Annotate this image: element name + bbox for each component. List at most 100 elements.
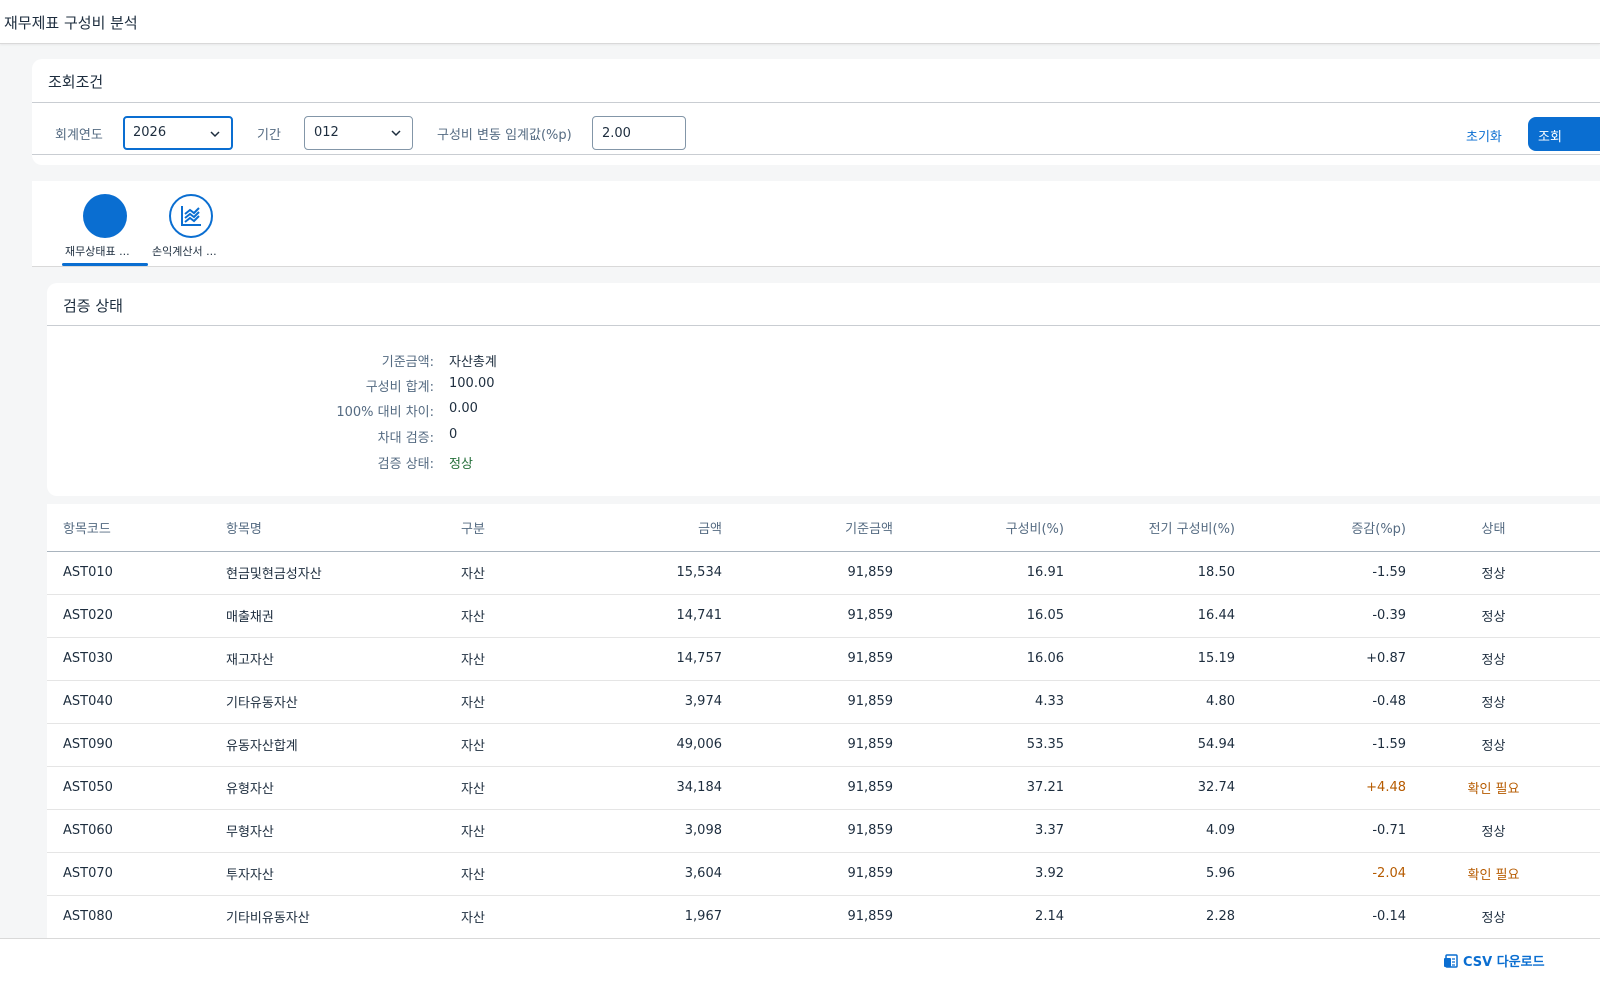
chevron-down-icon	[391, 130, 401, 137]
cell-change: -0.71	[1372, 823, 1406, 838]
cell-ratio: 3.92	[1035, 866, 1064, 881]
tab-income-statement[interactable]: 손익계산서 ...	[150, 181, 230, 266]
cell-ratio: 53.35	[1026, 737, 1064, 752]
col-header-code[interactable]: 항목코드	[47, 504, 210, 551]
col-header-amount[interactable]: 금액	[565, 504, 738, 551]
circle-filled-icon	[83, 194, 127, 238]
cell-amount: 34,184	[676, 780, 723, 795]
cell-name: 기타비유동자산	[226, 911, 310, 926]
cell-name: 현금및현금성자산	[226, 567, 322, 582]
reset-button[interactable]: 초기화	[1466, 126, 1502, 145]
base-amount-label: 기준금액:	[381, 355, 434, 370]
table-row[interactable]: AST040 기타유동자산 자산 3,974 91,859 4.33 4.80 …	[47, 680, 1600, 723]
cell-base-amount: 91,859	[847, 608, 894, 623]
validation-state-label: 검증 상태:	[377, 457, 434, 472]
col-header-name[interactable]: 항목명	[210, 504, 445, 551]
cell-base-amount: 91,859	[847, 737, 894, 752]
threshold-input[interactable]	[592, 116, 686, 150]
divider	[47, 325, 1600, 326]
cell-code: AST010	[63, 565, 113, 580]
cell-change: -1.59	[1372, 737, 1406, 752]
cell-amount: 3,098	[684, 823, 722, 838]
divider	[32, 102, 1600, 103]
cell-amount: 3,974	[684, 694, 722, 709]
col-header-prev-ratio[interactable]: 전기 구성비(%)	[1080, 504, 1251, 551]
spreadsheet-icon	[1444, 953, 1458, 968]
debit-credit-value: 0	[449, 427, 458, 442]
diff-label: 100% 대비 차이:	[336, 405, 434, 420]
cell-type: 자산	[461, 567, 485, 582]
diff-value: 0.00	[449, 401, 478, 416]
cell-ratio: 3.37	[1035, 823, 1064, 838]
cell-change: -1.59	[1372, 565, 1406, 580]
debit-credit-label: 차대 검증:	[377, 431, 434, 446]
cell-amount: 1,967	[684, 909, 722, 924]
cell-prev-ratio: 16.44	[1197, 608, 1235, 623]
cell-code: AST020	[63, 608, 113, 623]
cell-amount: 14,757	[676, 651, 723, 666]
table-row[interactable]: AST010 현금및현금성자산 자산 15,534 91,859 16.91 1…	[47, 551, 1600, 594]
search-button[interactable]: 조회	[1528, 117, 1600, 151]
table-row[interactable]: AST080 기타비유동자산 자산 1,967 91,859 2.14 2.28…	[47, 895, 1600, 938]
cell-code: AST050	[63, 780, 113, 795]
cell-change: -0.48	[1372, 694, 1406, 709]
cell-type: 자산	[461, 782, 485, 797]
cell-ratio: 4.33	[1035, 694, 1064, 709]
col-header-ratio[interactable]: 구성비(%)	[909, 504, 1080, 551]
cell-name: 무형자산	[226, 825, 274, 840]
threshold-label: 구성비 변동 임계값(%p)	[437, 128, 572, 143]
cell-base-amount: 91,859	[847, 866, 894, 881]
col-header-base-amount[interactable]: 기준금액	[738, 504, 909, 551]
cell-type: 자산	[461, 696, 485, 711]
validation-status-panel: 검증 상태 기준금액: 자산총계 구성비 합계: 100.00 100% 대비 …	[47, 283, 1600, 496]
cell-type: 자산	[461, 653, 485, 668]
col-header-type[interactable]: 구분	[445, 504, 565, 551]
table-row[interactable]: AST070 투자자산 자산 3,604 91,859 3.92 5.96 -2…	[47, 852, 1600, 895]
filter-panel: 조회조건	[32, 59, 1600, 165]
table-row[interactable]: AST090 유동자산합계 자산 49,006 91,859 53.35 54.…	[47, 723, 1600, 766]
col-header-status[interactable]: 상태	[1422, 504, 1600, 551]
tab-balance-sheet[interactable]: 재무상태표 ...	[62, 181, 148, 266]
cell-change: -0.39	[1372, 608, 1406, 623]
footer-toolbar: CSV 다운로드	[0, 938, 1600, 1001]
cell-name: 투자자산	[226, 868, 274, 883]
divider	[32, 154, 1600, 155]
cell-code: AST060	[63, 823, 113, 838]
cell-status: 정상	[1481, 610, 1506, 625]
cell-status: 정상	[1481, 567, 1506, 582]
tab-label: 재무상태표 ...	[65, 245, 130, 258]
period-select[interactable]: 012	[304, 116, 413, 150]
cell-prev-ratio: 5.96	[1206, 866, 1235, 881]
ratio-table: 항목코드 항목명 구분 금액 기준금액 구성비(%) 전기 구성비(%) 증감(…	[47, 504, 1600, 938]
line-chart-icon	[169, 194, 213, 238]
status-header: 검증 상태	[63, 297, 123, 315]
ratio-sum-label: 구성비 합계:	[365, 380, 434, 395]
cell-code: AST070	[63, 866, 113, 881]
cell-code: AST030	[63, 651, 113, 666]
app-title: 재무제표 구성비 분석	[4, 14, 138, 32]
csv-download-button[interactable]: CSV 다운로드	[1443, 951, 1545, 970]
cell-code: AST040	[63, 694, 113, 709]
cell-type: 자산	[461, 825, 485, 840]
table-row[interactable]: AST050 유형자산 자산 34,184 91,859 37.21 32.74…	[47, 766, 1600, 809]
cell-change: +4.48	[1366, 780, 1406, 795]
cell-type: 자산	[461, 610, 485, 625]
cell-ratio: 16.06	[1026, 651, 1064, 666]
table-row[interactable]: AST020 매출채권 자산 14,741 91,859 16.05 16.44…	[47, 594, 1600, 637]
period-value: 012	[314, 125, 339, 140]
cell-change: +0.87	[1366, 651, 1406, 666]
cell-name: 유동자산합계	[226, 739, 298, 754]
cell-base-amount: 91,859	[847, 694, 894, 709]
fiscal-year-value: 2026	[133, 125, 167, 140]
table-row[interactable]: AST060 무형자산 자산 3,098 91,859 3.37 4.09 -0…	[47, 809, 1600, 852]
col-header-change[interactable]: 증감(%p)	[1251, 504, 1422, 551]
chevron-down-icon	[210, 131, 220, 138]
cell-status: 확인 필요	[1467, 782, 1520, 797]
fiscal-year-select[interactable]: 2026	[123, 116, 233, 150]
cell-prev-ratio: 4.09	[1206, 823, 1235, 838]
cell-base-amount: 91,859	[847, 780, 894, 795]
shell-bar: 재무제표 구성비 분석	[0, 0, 1600, 44]
cell-status: 정상	[1481, 739, 1506, 754]
table-row[interactable]: AST030 재고자산 자산 14,757 91,859 16.06 15.19…	[47, 637, 1600, 680]
cell-base-amount: 91,859	[847, 909, 894, 924]
